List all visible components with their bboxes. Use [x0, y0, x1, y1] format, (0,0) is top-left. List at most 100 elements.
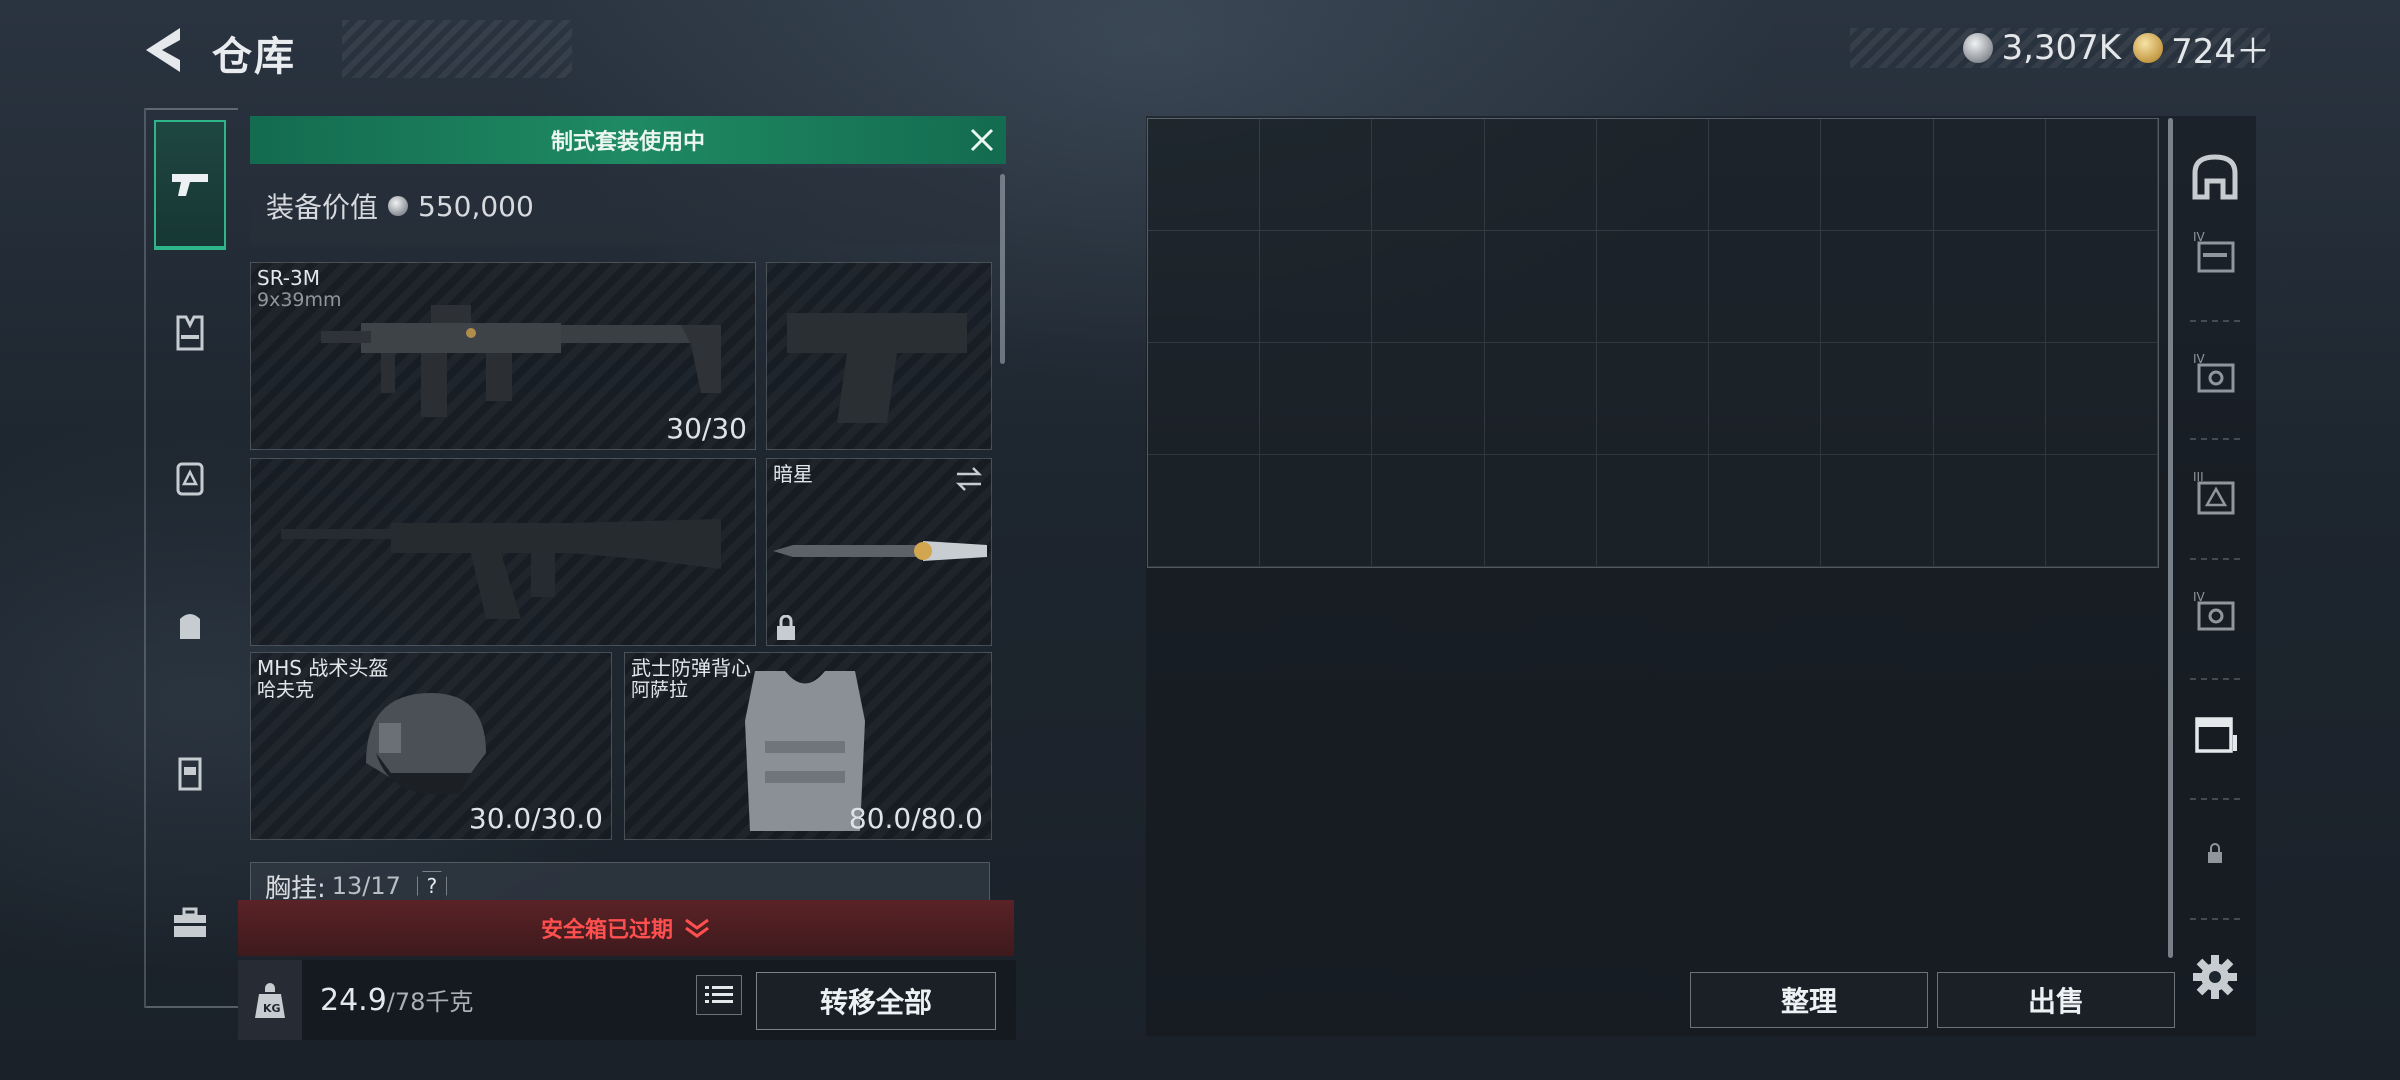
rail-tab-backpack[interactable] — [154, 413, 226, 543]
sell-button[interactable]: 出售 — [1937, 972, 2175, 1028]
storage-cell[interactable] — [1484, 343, 1597, 455]
storage-cell[interactable] — [2045, 119, 2158, 231]
weight-current: 24.9 — [320, 983, 387, 1018]
storage-grid[interactable] — [1147, 118, 2159, 568]
storage-cell[interactable] — [1821, 231, 1934, 343]
chest-rig-count: 13/17 — [331, 872, 401, 900]
helmet-durability: 30.0/30.0 — [468, 802, 603, 835]
pouch-icon — [180, 614, 200, 639]
storage-cell[interactable] — [2045, 231, 2158, 343]
backpack-icon — [176, 462, 204, 496]
rail-tab-weapons[interactable] — [154, 120, 226, 250]
container-tab-2[interactable]: IV — [2180, 320, 2250, 430]
storage-cell[interactable] — [1709, 343, 1822, 455]
container-tab-1[interactable]: IV — [2180, 198, 2250, 308]
safe-box-expired-bar[interactable]: 安全箱已过期 — [238, 900, 1014, 956]
storage-cell[interactable] — [1484, 119, 1597, 231]
rifle-silhouette-icon — [281, 519, 721, 619]
secondary-weapon-slot[interactable] — [250, 458, 756, 646]
primary-weapon-slot[interactable]: SR-3M 9x39mm 30/30 — [250, 262, 756, 450]
loadout-panel: 制式套装使用中 装备价值 550,000 SR-3M 9x39mm 30/30 — [238, 110, 1018, 1040]
storage-cell[interactable] — [1709, 231, 1822, 343]
storage-cell[interactable] — [1372, 231, 1485, 343]
weight-max: /78千克 — [386, 988, 474, 1016]
page-title: 仓库 — [212, 20, 572, 80]
storage-cell[interactable] — [1821, 119, 1934, 231]
storage-cell[interactable] — [2045, 343, 2158, 455]
storage-cell[interactable] — [1148, 455, 1261, 567]
storage-cell[interactable] — [1933, 231, 2046, 343]
melee-name: 暗星 — [773, 462, 813, 486]
silver-amount: 3,307K — [2001, 28, 2122, 68]
rail-divider — [2190, 918, 2240, 920]
storage-cell[interactable] — [1372, 119, 1485, 231]
safe-iv-icon: IV — [2193, 590, 2235, 631]
armor-durability: 80.0/80.0 — [848, 802, 983, 835]
chevron-down-icon — [685, 918, 709, 938]
loadout-value-label: 装备价值 — [266, 191, 379, 224]
help-icon[interactable]: ? — [416, 871, 447, 901]
storage-cell[interactable] — [1933, 119, 2046, 231]
storage-cell[interactable] — [2045, 455, 2158, 567]
helmet-slot[interactable]: MHS 战术头盔 哈夫克 30.0/30.0 — [250, 652, 612, 840]
container-tab-4[interactable]: IV — [2180, 558, 2250, 668]
pistol-slot[interactable] — [766, 262, 992, 450]
transfer-all-button[interactable]: 转移全部 — [756, 972, 996, 1030]
storage-cell[interactable] — [1484, 455, 1597, 567]
storage-scrollbar[interactable] — [2168, 118, 2173, 958]
gold-currency[interactable]: 724＋ — [2133, 24, 2270, 73]
storage-cell[interactable] — [1372, 455, 1485, 567]
weight-icon: KG — [238, 960, 302, 1040]
storage-cell[interactable] — [1260, 231, 1373, 343]
storage-cell[interactable] — [1709, 119, 1822, 231]
rail-tab-case[interactable] — [154, 708, 226, 838]
storage-cell[interactable] — [1933, 455, 2046, 567]
storage-cell[interactable] — [1484, 231, 1597, 343]
rail-tab-pouch[interactable] — [154, 560, 226, 690]
back-button[interactable] — [140, 24, 192, 76]
storage-cell[interactable] — [1596, 231, 1710, 343]
container-tab-3[interactable]: III — [2180, 438, 2250, 548]
storage-cell[interactable] — [1596, 119, 1710, 231]
storage-cell[interactable] — [1148, 343, 1261, 455]
list-view-button[interactable] — [696, 975, 742, 1015]
storage-cell[interactable] — [1148, 231, 1261, 343]
lock-icon — [2208, 843, 2222, 863]
silver-coin-icon — [1963, 33, 1994, 63]
storage-cell[interactable] — [1596, 455, 1710, 567]
settings-gear-icon[interactable] — [2190, 952, 2240, 1002]
pistol-silhouette-icon — [787, 313, 967, 423]
armor-variant: 阿萨拉 — [631, 679, 689, 701]
drawer-icon — [2195, 717, 2237, 753]
melee-slot[interactable]: 暗星 — [766, 458, 992, 646]
storage-cell[interactable] — [1260, 455, 1373, 567]
loadout-scrollbar[interactable] — [1000, 174, 1005, 364]
helmet-icon — [366, 693, 486, 795]
primary-weapon-ammo-count: 30/30 — [666, 412, 747, 445]
helmet-variant: 哈夫克 — [257, 679, 315, 701]
close-icon[interactable] — [968, 126, 996, 154]
silver-currency[interactable]: 3,307K — [1963, 28, 2121, 68]
storage-cell[interactable] — [1148, 119, 1261, 231]
storage-cell[interactable] — [1260, 119, 1373, 231]
swap-icon[interactable] — [953, 465, 985, 493]
kit-active-text: 制式套装使用中 — [550, 130, 705, 155]
storage-cell[interactable] — [1709, 455, 1822, 567]
case-icon — [178, 757, 202, 791]
rail-tab-chest-rig[interactable] — [154, 268, 226, 398]
storage-cell[interactable] — [1821, 343, 1934, 455]
armor-slot[interactable]: 武士防弹背心 阿萨拉 80.0/80.0 — [624, 652, 992, 840]
sort-button[interactable]: 整理 — [1690, 972, 1928, 1028]
container-tab-locked[interactable] — [2180, 798, 2250, 908]
chest-rig-icon — [176, 315, 204, 351]
storage-cell[interactable] — [1821, 455, 1934, 567]
rail-tab-toolbox[interactable] — [154, 858, 226, 988]
storage-cell[interactable] — [1933, 343, 2046, 455]
svg-text:KG: KG — [263, 1002, 281, 1015]
safe-box-warning: 安全箱已过期 — [540, 918, 673, 943]
loadout-value: 550,000 — [418, 189, 534, 223]
storage-cell[interactable] — [1260, 343, 1373, 455]
container-tab-5[interactable] — [2180, 678, 2250, 788]
storage-cell[interactable] — [1372, 343, 1485, 455]
storage-cell[interactable] — [1596, 343, 1710, 455]
